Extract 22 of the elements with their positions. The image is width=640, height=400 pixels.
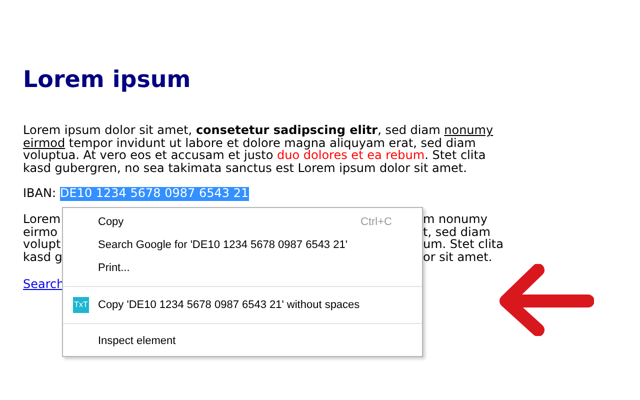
text-fragment: volupt (23, 238, 61, 251)
page-heading: Lorem ipsum (23, 66, 192, 95)
text-fragment: um. Stet clita (423, 238, 504, 251)
text-fragment: or sit amet. (423, 250, 492, 264)
text-fragment: Lorem (23, 212, 61, 226)
shortcut-label: Ctrl+C (360, 215, 392, 230)
extension-icon: TxT (73, 297, 89, 313)
text-link[interactable]: nonumy (444, 123, 494, 137)
paragraph: Lorem ipsum dolor sit amet, consetetur sadipscing elitr, sed diam nonumy eirmod tempor invidunt ut labore et dolore magna aliquyam erat, sed diam voluptua. At vero eos et accusam et justo duo dolores et ea rebum. Stet clita kasd gubergren, no sea takimata sanctus est Lorem ipsum dolor sit amet. (23, 124, 494, 175)
iban-label: IBAN: (23, 186, 56, 201)
menu-item[interactable]: Copy Ctrl+C (63, 211, 422, 234)
text-fragment: kasd g (23, 250, 62, 264)
text-fragment: m nonumy (423, 212, 488, 226)
menu-item[interactable]: Inspect element (63, 330, 422, 353)
arrow-icon (498, 264, 594, 336)
menu-item[interactable]: Search Google for 'DE10 1234 5678 0987 6543 21' (63, 234, 422, 257)
text-fragment: t, sed diam (423, 226, 490, 238)
menu-item[interactable]: Print... (63, 257, 422, 280)
iban-value: DE10 1234 5678 0987 6543 21 (60, 186, 249, 201)
text-link[interactable]: eirmod (23, 136, 66, 150)
text-fragment: eirmo (23, 226, 58, 238)
menu-item[interactable]: TxT Copy 'DE10 1234 5678 0987 6543 21' without spaces (63, 293, 422, 317)
